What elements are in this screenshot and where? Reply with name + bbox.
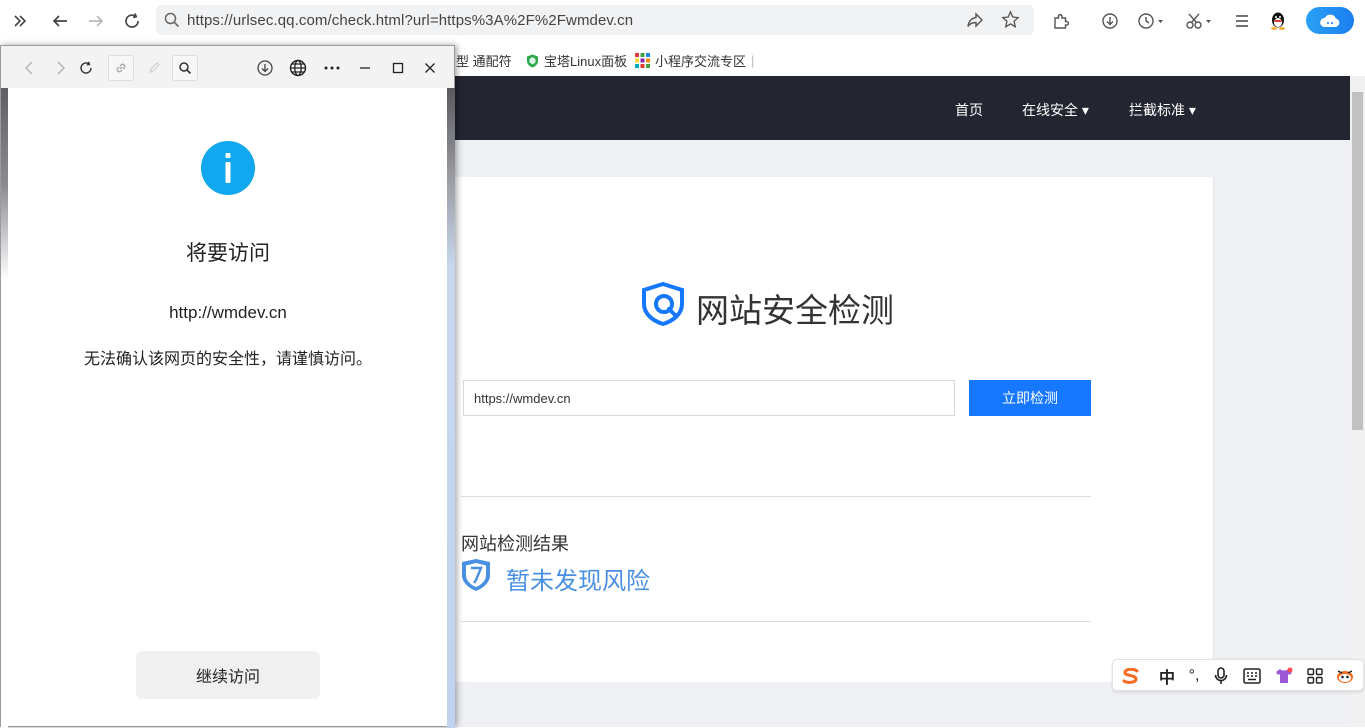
popup-maximize-icon[interactable] (385, 55, 411, 81)
bt-shield-icon (526, 54, 539, 68)
nav-home[interactable]: 首页 (955, 100, 983, 120)
popup-toolbar (1, 46, 454, 88)
miniprogram-grid-icon (635, 53, 650, 68)
bookmark-item-1[interactable]: 型 通配符 (456, 51, 512, 70)
sidebar-toggle-icon[interactable] (8, 9, 32, 33)
bookmark-item-bt[interactable]: 宝塔Linux面板 (526, 51, 627, 70)
history-icon[interactable] (1136, 9, 1166, 33)
ime-mode-toggle[interactable]: 中 (1157, 666, 1177, 687)
popup-forward-icon[interactable] (48, 55, 74, 81)
popup-scrollbar[interactable] (447, 88, 455, 728)
result-title: 网站检测结果 (461, 534, 569, 554)
popup-target-url: http://wmdev.cn (169, 303, 287, 322)
continue-visit-button[interactable]: 继续访问 (136, 651, 320, 699)
search-icon (164, 12, 180, 28)
info-icon (201, 141, 255, 195)
extensions-icon[interactable] (1049, 9, 1073, 33)
microphone-icon[interactable] (1211, 666, 1231, 686)
popup-more-icon[interactable] (319, 55, 345, 81)
cloud-icon (1320, 14, 1340, 27)
bookmark-label: 型 通配符 (456, 54, 512, 69)
safe-shield-icon (461, 558, 491, 592)
toolbox-grid-icon[interactable] (1305, 666, 1325, 686)
popup-minimize-icon[interactable] (352, 55, 378, 81)
popup-close-icon[interactable] (417, 55, 443, 81)
menu-icon[interactable] (1230, 9, 1254, 33)
divider (461, 496, 1091, 497)
browser-toolbar: https://urlsec.qq.com/check.html?url=htt… (0, 0, 1365, 42)
security-shield-logo-icon (642, 282, 688, 326)
mascot-icon[interactable] (1335, 666, 1355, 686)
skin-shirt-icon[interactable] (1274, 666, 1294, 686)
download-icon[interactable] (1098, 9, 1122, 33)
reload-icon[interactable] (120, 9, 144, 33)
check-button[interactable]: 立即检测 (969, 380, 1091, 416)
star-icon[interactable] (1001, 10, 1020, 29)
popup-left-edge (1, 88, 8, 728)
forward-icon[interactable] (84, 9, 108, 33)
address-bar[interactable]: https://urlsec.qq.com/check.html?url=htt… (156, 5, 1034, 35)
sogou-logo-icon[interactable] (1121, 666, 1141, 686)
url-check-input[interactable] (463, 380, 955, 416)
back-icon[interactable] (48, 9, 72, 33)
nav-block-standard[interactable]: 拦截标准 ▾ (1129, 100, 1196, 120)
page-scrollbar-thumb[interactable] (1352, 92, 1363, 430)
popup-edit-icon[interactable] (141, 55, 167, 81)
keyboard-icon[interactable] (1242, 666, 1262, 686)
popup-link-icon[interactable] (108, 55, 134, 81)
scissors-icon[interactable] (1184, 9, 1214, 33)
qq-penguin-icon[interactable] (1266, 9, 1290, 33)
popup-warning-message: 无法确认该网页的安全性，请谨慎访问。 (83, 351, 372, 368)
cloud-sync-button[interactable] (1306, 7, 1354, 34)
bookmark-separator: | (751, 53, 755, 68)
share-icon[interactable] (966, 11, 984, 29)
safety-popup-window: 将要访问 http://wmdev.cn 无法确认该网页的安全性，请谨慎访问。 … (0, 45, 455, 728)
popup-globe-icon[interactable] (285, 55, 311, 81)
popup-reload-icon[interactable] (73, 55, 99, 81)
popup-back-icon[interactable] (16, 55, 42, 81)
popup-title: 将要访问 (186, 242, 270, 265)
ime-punctuation-toggle[interactable]: °, (1184, 666, 1204, 686)
hero-title: 网站安全检测 (696, 292, 894, 329)
nav-online-security[interactable]: 在线安全 ▾ (1022, 100, 1089, 120)
divider (461, 621, 1091, 622)
popup-download-icon[interactable] (252, 55, 278, 81)
url-text: https://urlsec.qq.com/check.html?url=htt… (187, 12, 634, 29)
popup-search-icon[interactable] (172, 55, 198, 81)
ime-toolbar: 中 °, (1112, 659, 1364, 691)
bookmark-label: 小程序交流专区 (655, 54, 747, 69)
bookmark-item-miniprogram[interactable]: 小程序交流专区 | (635, 51, 754, 70)
result-status-text: 暂未发现风险 (506, 568, 650, 595)
bookmark-label: 宝塔Linux面板 (544, 54, 628, 69)
